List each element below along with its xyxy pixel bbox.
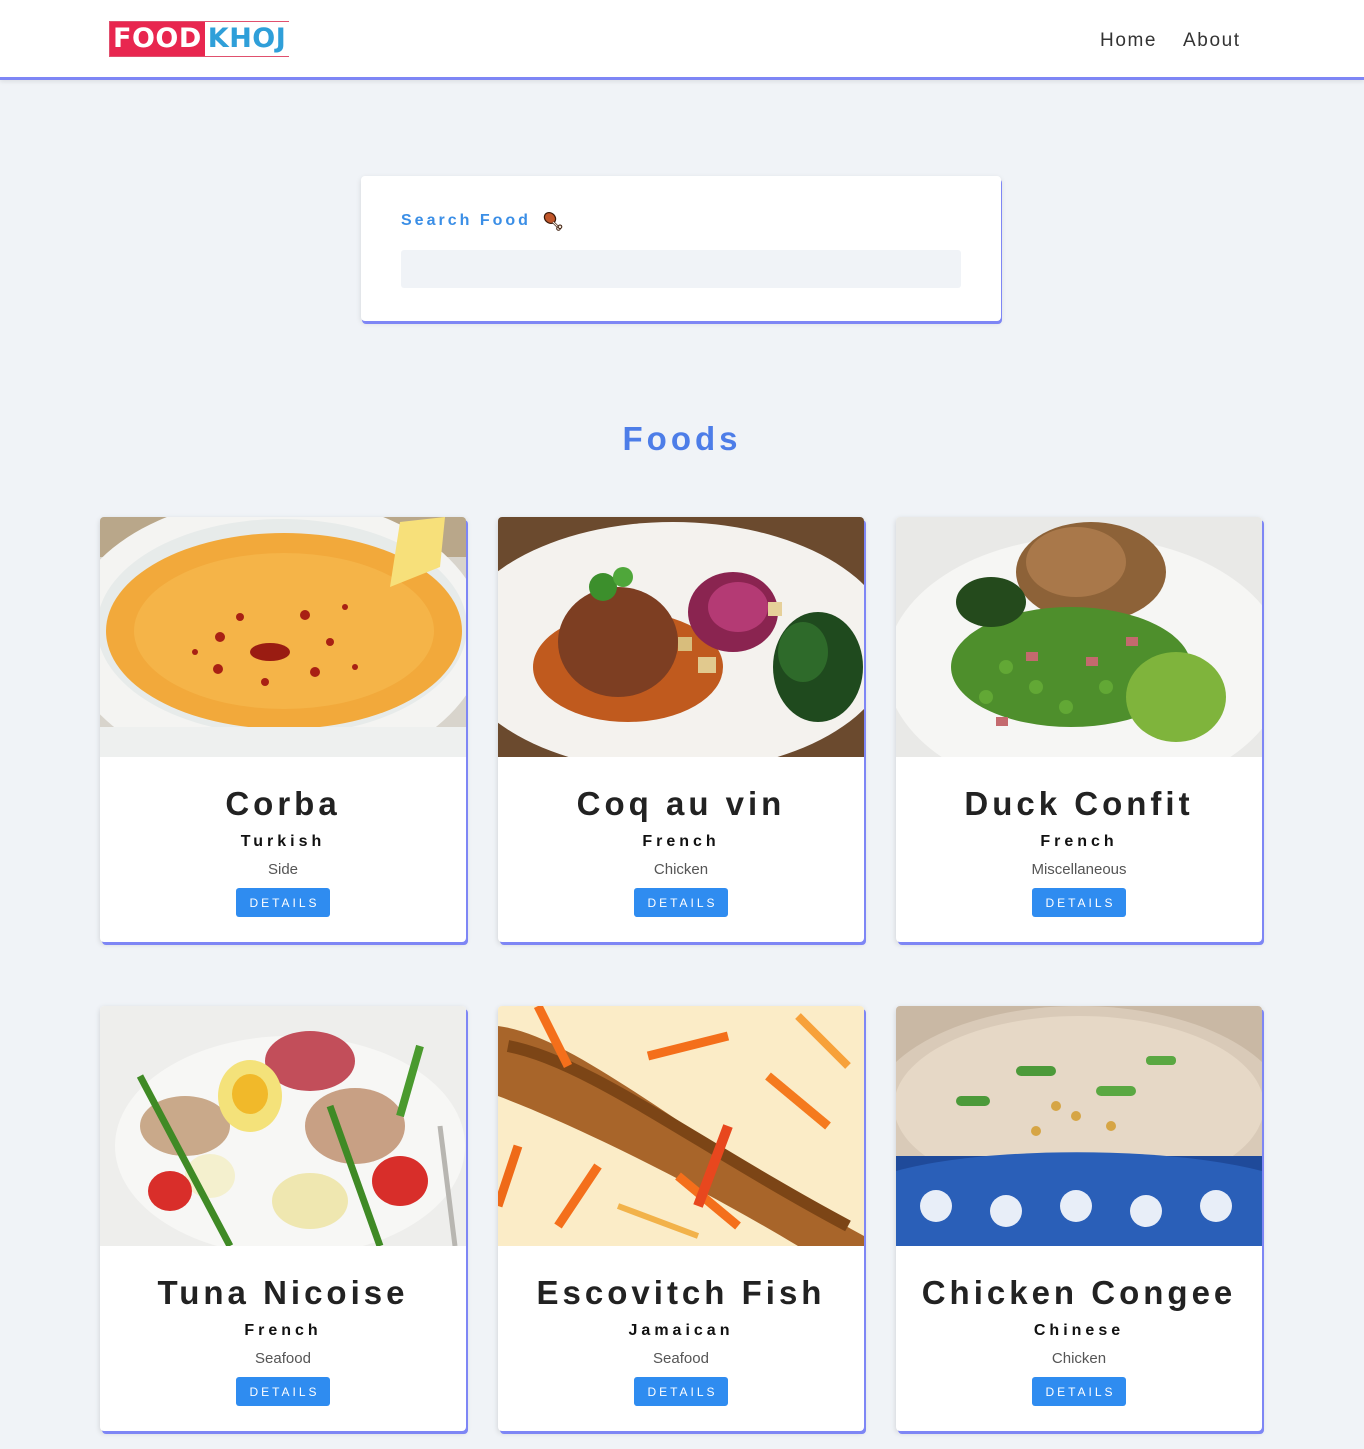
navbar: FOOD KHOJ Home About (0, 0, 1364, 80)
food-image (100, 517, 466, 757)
details-button[interactable]: DETAILS (634, 888, 728, 917)
food-image (498, 1006, 864, 1246)
food-name: Escovitch Fish (536, 1274, 826, 1311)
food-area: French (1040, 833, 1118, 850)
food-area: Jamaican (628, 1322, 734, 1339)
search-label: Search Food (401, 210, 563, 232)
food-name: Tuna Nicoise (157, 1274, 409, 1311)
food-area: Turkish (240, 833, 326, 850)
food-category: Chicken (653, 861, 709, 878)
food-name: Chicken Congee (921, 1274, 1237, 1311)
food-category: Seafood (653, 1350, 709, 1367)
drumstick-icon (541, 210, 563, 232)
logo-khoj-text: KHOJ (204, 22, 291, 56)
nav-home-link[interactable]: Home (1100, 30, 1157, 52)
search-card: Search Food (361, 176, 1001, 321)
details-button[interactable]: DETAILS (634, 1377, 728, 1406)
section-title: Foods (622, 420, 742, 457)
food-category: Side (267, 861, 299, 878)
food-image (896, 1006, 1262, 1246)
details-button[interactable]: DETAILS (1032, 1377, 1126, 1406)
food-card: Chicken Congee Chinese Chicken DETAILS (896, 1006, 1262, 1431)
search-label-text: Search Food (401, 212, 531, 229)
food-name: Coq au vin (576, 785, 786, 822)
food-image (498, 517, 864, 757)
food-image (100, 1006, 466, 1246)
details-button[interactable]: DETAILS (236, 1377, 330, 1406)
logo[interactable]: FOOD KHOJ (109, 21, 291, 57)
food-name: Duck Confit (964, 785, 1194, 822)
food-card: Coq au vin French Chicken DETAILS (498, 517, 864, 942)
food-image (896, 517, 1262, 757)
search-input[interactable] (401, 250, 961, 288)
food-category: Miscellaneous (1031, 861, 1127, 878)
food-name: Corba (225, 785, 341, 822)
food-category: Chicken (1051, 1350, 1107, 1367)
details-button[interactable]: DETAILS (236, 888, 330, 917)
nav-about-link[interactable]: About (1183, 30, 1241, 52)
food-card: Duck Confit French Miscellaneous DETAILS (896, 517, 1262, 942)
food-area: French (642, 833, 720, 850)
logo-food-text: FOOD (110, 22, 205, 56)
food-card: Tuna Nicoise French Seafood DETAILS (100, 1006, 466, 1431)
food-area: French (244, 1322, 322, 1339)
food-card: Escovitch Fish Jamaican Seafood DETAILS (498, 1006, 864, 1431)
details-button[interactable]: DETAILS (1032, 888, 1126, 917)
food-category: Seafood (255, 1350, 311, 1367)
food-card: Corba Turkish Side DETAILS (100, 517, 466, 942)
food-area: Chinese (1033, 1322, 1125, 1339)
